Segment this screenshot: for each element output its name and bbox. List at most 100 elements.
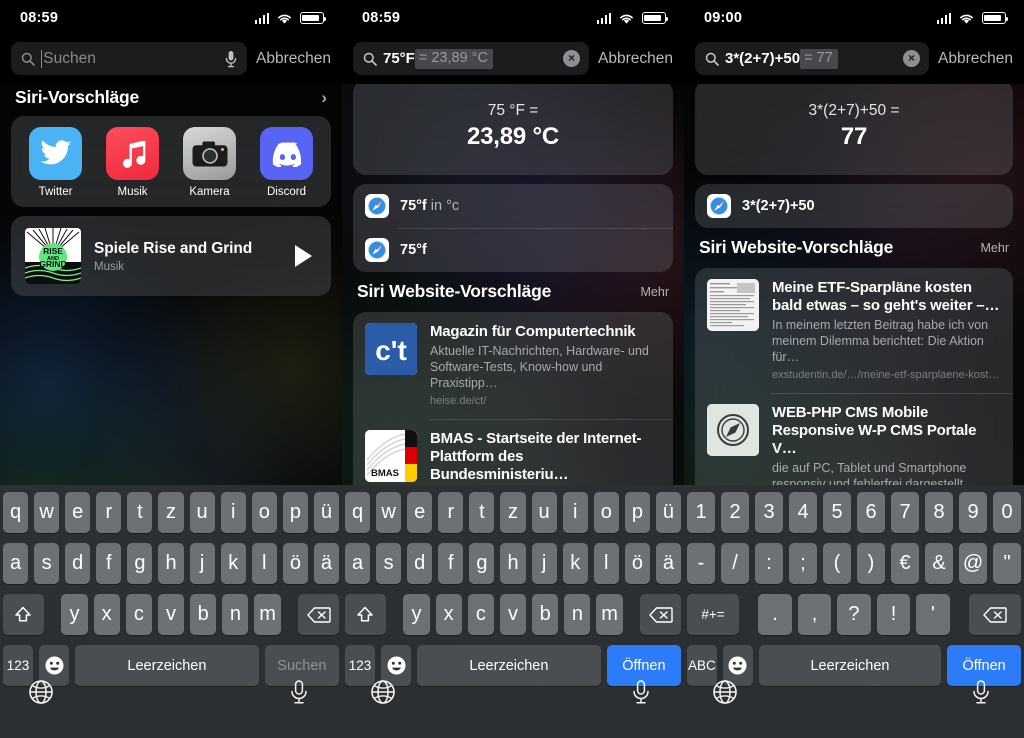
key-p[interactable]: p bbox=[624, 492, 650, 533]
dictation-microphone-icon[interactable] bbox=[288, 679, 314, 705]
shift-icon[interactable] bbox=[344, 594, 386, 635]
key-aumlaut[interactable]: ä bbox=[313, 543, 340, 584]
key-y[interactable]: y bbox=[61, 594, 88, 635]
search-input[interactable]: Suchen bbox=[11, 42, 248, 75]
cancel-button[interactable]: Abbrechen bbox=[598, 50, 673, 68]
chevron-right-icon[interactable]: › bbox=[321, 88, 327, 108]
key-7[interactable]: 7 bbox=[891, 492, 919, 533]
key-0[interactable]: 0 bbox=[993, 492, 1021, 533]
key-oumlaut[interactable]: ö bbox=[624, 543, 650, 584]
siri-media-suggestion[interactable]: RISE AND GRIND Spiele Rise and Grind Mus… bbox=[11, 216, 331, 296]
globe-icon[interactable] bbox=[370, 679, 396, 705]
key-paren-close[interactable]: ) bbox=[857, 543, 885, 584]
backspace-icon[interactable] bbox=[640, 594, 682, 635]
safari-suggestion-row[interactable]: 3*(2+7)+50 bbox=[695, 184, 1013, 228]
key-z[interactable]: z bbox=[158, 492, 184, 533]
safari-suggestion-row[interactable]: 75°f bbox=[353, 228, 673, 272]
website-row[interactable]: BMAS BMAS - Startseite der Internet-Plat… bbox=[353, 419, 673, 485]
key-r[interactable]: r bbox=[96, 492, 122, 533]
search-input[interactable]: 75°F = 23,89 °C × bbox=[353, 42, 590, 75]
key-u[interactable]: u bbox=[189, 492, 215, 533]
key-w[interactable]: w bbox=[34, 492, 60, 533]
globe-icon[interactable] bbox=[712, 679, 738, 705]
key-o[interactable]: o bbox=[593, 492, 619, 533]
more-button[interactable]: Mehr bbox=[641, 285, 669, 299]
key-uumlaut[interactable]: ü bbox=[655, 492, 682, 533]
key-oumlaut[interactable]: ö bbox=[282, 543, 308, 584]
app-tile-discord[interactable]: Discord bbox=[255, 127, 319, 198]
key-b[interactable]: b bbox=[532, 594, 559, 635]
key-quote[interactable]: " bbox=[993, 543, 1021, 584]
symbols-switch-key[interactable]: #+= bbox=[687, 594, 739, 635]
key-s[interactable]: s bbox=[376, 543, 402, 584]
app-tile-twitter[interactable]: Twitter bbox=[24, 127, 88, 198]
backspace-icon[interactable] bbox=[298, 594, 340, 635]
dictation-microphone-icon[interactable] bbox=[630, 679, 656, 705]
key-l[interactable]: l bbox=[251, 543, 277, 584]
key-period[interactable]: . bbox=[758, 594, 792, 635]
key-m[interactable]: m bbox=[596, 594, 623, 635]
key-c[interactable]: c bbox=[467, 594, 494, 635]
key-f[interactable]: f bbox=[438, 543, 464, 584]
key-1[interactable]: 1 bbox=[687, 492, 715, 533]
dictation-microphone-icon[interactable] bbox=[970, 679, 996, 705]
key-2[interactable]: 2 bbox=[721, 492, 749, 533]
key-i[interactable]: i bbox=[220, 492, 246, 533]
key-g[interactable]: g bbox=[127, 543, 153, 584]
key-8[interactable]: 8 bbox=[925, 492, 953, 533]
key-6[interactable]: 6 bbox=[857, 492, 885, 533]
key-v[interactable]: v bbox=[499, 594, 527, 635]
key-ampersand[interactable]: & bbox=[925, 543, 953, 584]
clear-circle-icon[interactable]: × bbox=[903, 50, 921, 67]
key-q[interactable]: q bbox=[2, 492, 29, 533]
key-uumlaut[interactable]: ü bbox=[313, 492, 340, 533]
key-a[interactable]: a bbox=[344, 543, 371, 584]
key-comma[interactable]: , bbox=[797, 594, 832, 635]
shift-icon[interactable] bbox=[2, 594, 44, 635]
key-h[interactable]: h bbox=[158, 543, 184, 584]
cancel-button[interactable]: Abbrechen bbox=[938, 50, 1013, 68]
key-b[interactable]: b bbox=[190, 594, 217, 635]
safari-suggestion-row[interactable]: 75°f in °c bbox=[353, 184, 673, 228]
key-aumlaut[interactable]: ä bbox=[655, 543, 682, 584]
clear-circle-icon[interactable]: × bbox=[563, 50, 581, 67]
key-s[interactable]: s bbox=[34, 543, 60, 584]
key-n[interactable]: n bbox=[222, 594, 249, 635]
key-e[interactable]: e bbox=[65, 492, 91, 533]
key-k[interactable]: k bbox=[562, 543, 588, 584]
key-d[interactable]: d bbox=[407, 543, 433, 584]
key-3[interactable]: 3 bbox=[755, 492, 783, 533]
key-question[interactable]: ? bbox=[837, 594, 871, 635]
key-o[interactable]: o bbox=[251, 492, 277, 533]
key-9[interactable]: 9 bbox=[959, 492, 987, 533]
key-g[interactable]: g bbox=[469, 543, 495, 584]
app-tile-kamera[interactable]: Kamera bbox=[178, 127, 242, 198]
key-5[interactable]: 5 bbox=[823, 492, 851, 533]
key-x[interactable]: x bbox=[435, 594, 462, 635]
key-h[interactable]: h bbox=[500, 543, 526, 584]
key-m[interactable]: m bbox=[254, 594, 281, 635]
key-z[interactable]: z bbox=[500, 492, 526, 533]
key-exclamation[interactable]: ! bbox=[876, 594, 911, 635]
key-v[interactable]: v bbox=[157, 594, 185, 635]
key-paren-open[interactable]: ( bbox=[823, 543, 851, 584]
website-row[interactable]: c't Magazin für Computertechnik Aktuelle… bbox=[353, 312, 673, 419]
app-tile-musik[interactable]: Musik bbox=[101, 127, 165, 198]
key-j[interactable]: j bbox=[531, 543, 557, 584]
key-apostrophe[interactable]: ' bbox=[916, 594, 950, 635]
key-hyphen[interactable]: - bbox=[687, 543, 715, 584]
key-f[interactable]: f bbox=[96, 543, 122, 584]
key-u[interactable]: u bbox=[531, 492, 557, 533]
key-i[interactable]: i bbox=[562, 492, 588, 533]
key-4[interactable]: 4 bbox=[789, 492, 817, 533]
key-slash[interactable]: / bbox=[721, 543, 749, 584]
website-row[interactable]: WEB-PHP CMS Mobile Responsive W-P CMS Po… bbox=[695, 393, 1013, 485]
key-euro[interactable]: € bbox=[891, 543, 919, 584]
key-colon[interactable]: : bbox=[755, 543, 783, 584]
key-w[interactable]: w bbox=[376, 492, 402, 533]
key-p[interactable]: p bbox=[282, 492, 308, 533]
key-y[interactable]: y bbox=[403, 594, 430, 635]
key-n[interactable]: n bbox=[564, 594, 591, 635]
microphone-icon[interactable] bbox=[224, 50, 238, 68]
backspace-icon[interactable] bbox=[969, 594, 1021, 635]
